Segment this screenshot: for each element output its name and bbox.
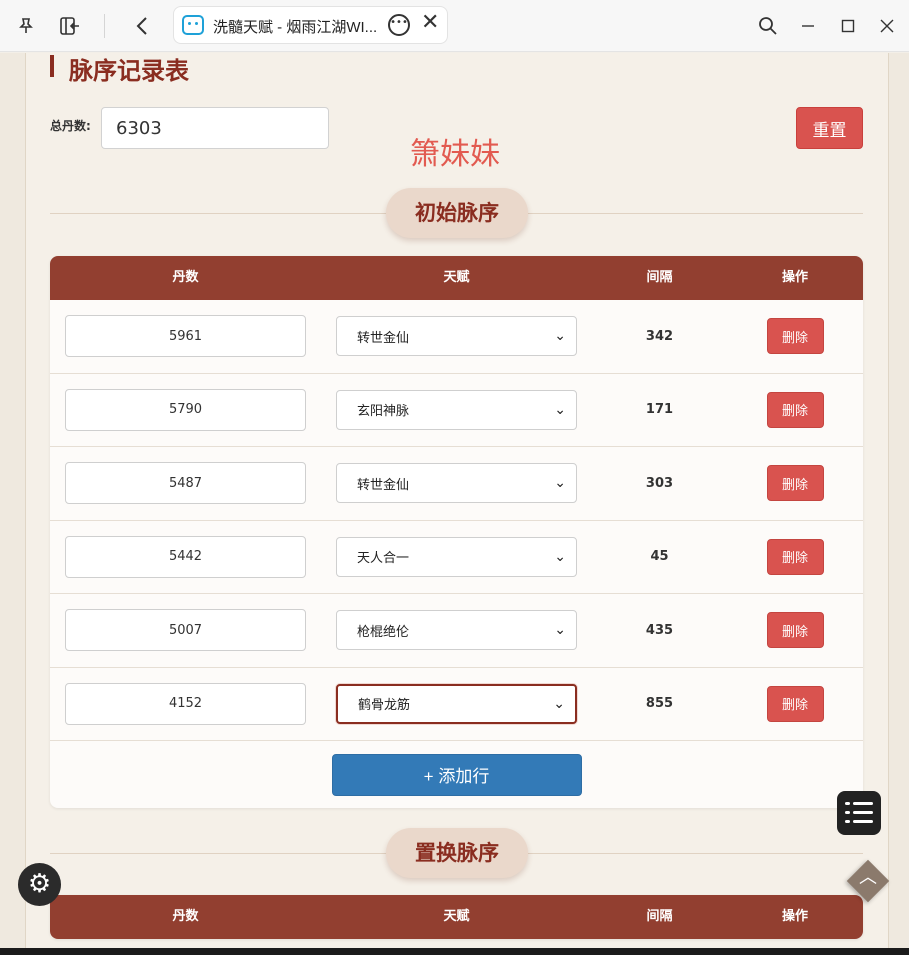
talent-value: 枪棍绝伦 — [357, 624, 410, 640]
chevron-down-icon: ⌄ — [554, 548, 566, 565]
talent-select[interactable]: 转世金仙 ⌄ — [336, 316, 577, 357]
talent-select[interactable]: 玄阳神脉 ⌄ — [336, 389, 577, 430]
add-row-button[interactable]: + 添加行 — [331, 753, 582, 796]
chevron-down-icon: ⌄ — [554, 622, 566, 639]
talent-value: 鹤骨龙筋 — [358, 698, 411, 714]
header-action: 操作 — [781, 909, 808, 924]
add-row-container: + 添加行 — [50, 741, 863, 808]
delete-button[interactable]: 删除 — [766, 685, 824, 722]
initial-sequence-table: 丹数 天赋 间隔 操作 转世金仙 ⌄ 342 删除 玄阳神脉 ⌄ 171 删除 转世… — [50, 256, 863, 808]
sidebar-icon[interactable] — [56, 12, 84, 40]
bilibili-icon — [182, 15, 204, 35]
header-talent: 天赋 — [443, 909, 470, 924]
talent-select[interactable]: 天人合一 ⌄ — [336, 536, 577, 577]
dan-input[interactable] — [65, 388, 306, 431]
table-header: 丹数 天赋 间隔 操作 — [50, 895, 863, 939]
gap-value: 435 — [645, 622, 674, 638]
table-header: 丹数 天赋 间隔 操作 — [50, 256, 863, 300]
table-row: 转世金仙 ⌄ 342 删除 — [50, 300, 863, 374]
header-action: 操作 — [781, 270, 808, 285]
talent-select[interactable]: 转世金仙 ⌄ — [336, 463, 577, 504]
delete-button[interactable]: 删除 — [766, 465, 824, 502]
table-row: 转世金仙 ⌄ 303 删除 — [50, 447, 863, 521]
delete-button[interactable]: 删除 — [766, 318, 824, 355]
dan-input[interactable] — [65, 462, 306, 505]
browser-titlebar: 洗髓天赋 - 烟雨江湖WI... ••• ✕ — [0, 0, 909, 52]
dan-input[interactable] — [65, 535, 306, 578]
table-row: 鹤骨龙筋 ⌄ 855 删除 — [50, 668, 863, 741]
close-icon[interactable]: ✕ — [421, 10, 439, 35]
minimize-icon[interactable] — [794, 12, 822, 40]
list-menu-icon[interactable] — [837, 791, 881, 835]
chevron-down-icon: ⌄ — [554, 475, 566, 492]
total-dan-label: 总丹数: — [50, 119, 91, 133]
gap-value: 171 — [645, 402, 674, 418]
table-row: 枪棍绝伦 ⌄ 435 删除 — [50, 594, 863, 668]
chevron-down-icon: ⌄ — [554, 401, 566, 418]
toolbar-divider — [104, 14, 105, 38]
replace-sequence-table: 丹数 天赋 间隔 操作 — [50, 895, 863, 939]
header-dan: 丹数 — [172, 909, 199, 924]
gap-value: 855 — [645, 696, 674, 712]
maximize-icon[interactable] — [834, 12, 862, 40]
total-dan-input[interactable] — [101, 107, 329, 149]
watermark-text: 箫妹妹 — [410, 137, 500, 172]
header-gap: 间隔 — [646, 270, 673, 285]
back-icon[interactable] — [128, 12, 156, 40]
talent-select[interactable]: 鹤骨龙筋 ⌄ — [336, 683, 577, 724]
delete-button[interactable]: 删除 — [766, 612, 824, 649]
chevron-down-icon: ⌄ — [554, 328, 566, 345]
section-title-initial: 初始脉序 — [386, 188, 528, 238]
chevron-up-icon: ︿ — [859, 867, 877, 888]
title-accent-bar — [50, 55, 54, 77]
page-title: 脉序记录表 — [69, 57, 189, 85]
gap-value: 45 — [650, 549, 669, 565]
dan-input[interactable] — [65, 609, 306, 652]
header-gap: 间隔 — [646, 909, 673, 924]
talent-select[interactable]: 枪棍绝伦 ⌄ — [336, 610, 577, 651]
chevron-down-icon: ⌄ — [553, 695, 565, 712]
window-close-icon[interactable] — [873, 12, 901, 40]
gap-value: 303 — [645, 475, 674, 491]
talent-value: 天人合一 — [357, 551, 410, 567]
dan-input[interactable] — [65, 315, 306, 358]
delete-button[interactable]: 删除 — [766, 391, 824, 428]
search-icon[interactable] — [754, 12, 782, 40]
page-content: 脉序记录表 总丹数: 箫妹妹 重置 初始脉序 丹数 天赋 间隔 操作 转世金仙 ⌄… — [0, 53, 909, 948]
delete-button[interactable]: 删除 — [766, 538, 824, 575]
tab-title: 洗髓天赋 - 烟雨江湖WI... — [213, 19, 378, 36]
table-row: 天人合一 ⌄ 45 删除 — [50, 521, 863, 594]
more-icon[interactable]: ••• — [388, 14, 410, 36]
header-talent: 天赋 — [443, 270, 470, 285]
pin-icon[interactable] — [12, 12, 40, 40]
active-tab[interactable]: 洗髓天赋 - 烟雨江湖WI... ••• ✕ — [173, 6, 448, 44]
talent-value: 转世金仙 — [357, 330, 410, 346]
table-row: 玄阳神脉 ⌄ 171 删除 — [50, 374, 863, 447]
talent-value: 转世金仙 — [357, 477, 410, 493]
dan-input[interactable] — [65, 682, 306, 725]
section-title-replace: 置换脉序 — [386, 828, 528, 878]
bottom-edge — [0, 948, 909, 955]
gap-value: 342 — [645, 328, 674, 344]
talent-value: 玄阳神脉 — [357, 404, 410, 420]
reset-button[interactable]: 重置 — [796, 107, 863, 149]
header-dan: 丹数 — [172, 270, 199, 285]
gear-icon[interactable]: ⚙ — [18, 863, 61, 906]
